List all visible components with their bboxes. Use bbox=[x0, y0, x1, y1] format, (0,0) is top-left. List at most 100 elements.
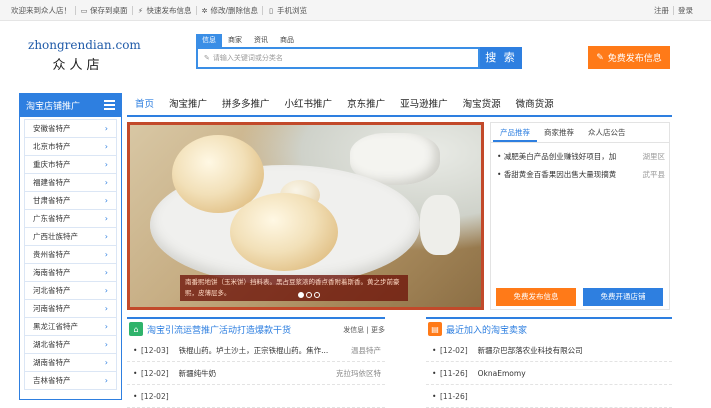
sidebar-title: 淘宝店铺推广 bbox=[26, 101, 81, 112]
sidebar-item-label: 湖北省特产 bbox=[33, 340, 71, 349]
nav-pinduoduo-promo[interactable]: 拼多多推广 bbox=[222, 96, 278, 110]
category-sidebar: 淘宝店铺推广 安徽省特产 › 北京市特产 › 重庆市特产 › 福建省特产 › 甘肃省特产… bbox=[19, 93, 122, 400]
sidebar-item-label: 重庆市特产 bbox=[33, 160, 71, 169]
pencil-icon: ✎ bbox=[204, 54, 210, 62]
gear-icon: ✲ bbox=[201, 6, 208, 15]
register-link[interactable]: 注册 bbox=[654, 5, 669, 16]
chevron-right-icon: › bbox=[104, 286, 108, 295]
mobile-label: 手机浏览 bbox=[277, 6, 308, 15]
save-desktop-label: 保存到桌面 bbox=[90, 6, 128, 15]
tab-products[interactable]: 产品推荐 bbox=[493, 123, 537, 142]
search-input[interactable]: ✎ 请输入关键词或分类名 bbox=[196, 47, 480, 69]
item-title-text: 香甜黄金百香果因出售大量现摘黄 bbox=[503, 170, 617, 179]
sidebar-item[interactable]: 河北省特产 › bbox=[24, 281, 117, 300]
sidebar-item[interactable]: 安徽省特产 › bbox=[24, 119, 117, 138]
publish-info-button[interactable]: ✎ 免费发布信息 bbox=[588, 46, 670, 69]
sidebar-item[interactable]: 甘肃省特产 › bbox=[24, 191, 117, 210]
sidebar-item-label: 贵州省特产 bbox=[33, 250, 71, 259]
site-logo[interactable]: zhongrendian.com 众人店 bbox=[28, 38, 141, 73]
main-nav: 首页 淘宝推广 拼多多推广 小红书推广 京东推广 亚马逊推广 淘宝货源 微商货源 bbox=[135, 96, 569, 110]
item-title: • 香甜黄金百香果因出售大量现摘黄 bbox=[497, 170, 617, 179]
search-tabs: 信息 商家 资讯 商品 bbox=[196, 34, 300, 47]
item-date: [12-02] bbox=[440, 345, 468, 355]
sidebar-item[interactable]: 福建省特产 › bbox=[24, 173, 117, 192]
banner-carousel[interactable]: 南番熙地饼（玉米饼）挡料表。黑占豆浆浓的香点香附着斯香。黄之步前豪熙，皮薄层多。 bbox=[127, 122, 484, 310]
search-tab-news[interactable]: 资讯 bbox=[248, 34, 274, 47]
quick-publish-link[interactable]: ⚡ 快速发布信息 bbox=[133, 5, 196, 16]
mobile-link[interactable]: ▯ 手机浏览 bbox=[263, 5, 311, 16]
nav-wechat-supply[interactable]: 微商货源 bbox=[516, 96, 562, 110]
list-item[interactable]: • [12-02] 新疆尕巴部落农业科技有限公司 bbox=[426, 339, 672, 362]
sidebar-item-label: 安徽省特产 bbox=[33, 124, 71, 133]
list-item[interactable]: • 香甜黄金百香果因出售大量现摘黄 武平县 bbox=[497, 169, 665, 180]
login-link[interactable]: 登录 bbox=[678, 5, 693, 16]
news-panel: ⌂ 淘宝引流运营推广活动打造爆款干货 发信息 | 更多 • [12-03] 铁棍… bbox=[127, 317, 385, 408]
list-item[interactable]: • [12-02] 新疆纯牛奶 克拉玛依区特 bbox=[127, 362, 385, 385]
search-button[interactable]: 搜 索 bbox=[480, 47, 522, 69]
sidebar-item[interactable]: 河南省特产 › bbox=[24, 299, 117, 318]
nav-taobao-promo[interactable]: 淘宝推广 bbox=[169, 96, 215, 110]
open-shop-button[interactable]: 免费开通店铺 bbox=[583, 288, 663, 306]
sidebar-item-label: 吉林省特产 bbox=[33, 376, 71, 385]
top-bar: 欢迎来到众人店！ ▭ 保存到桌面 ⚡ 快速发布信息 ✲ 修改/删除信息 ▯ 手机浏览 注… bbox=[0, 0, 711, 21]
chevron-right-icon: › bbox=[104, 178, 108, 187]
sidebar-item[interactable]: 湖北省特产 › bbox=[24, 335, 117, 354]
list-item[interactable]: • 减肥美白产品创业赚钱好项目，加 湖里区 bbox=[497, 151, 665, 162]
sidebar-item[interactable]: 海南省特产 › bbox=[24, 263, 117, 282]
list-item[interactable]: • [11-26] OknaEmomy bbox=[426, 362, 672, 385]
sidebar-item[interactable]: 黑龙江省特产 › bbox=[24, 317, 117, 336]
item-name: 新疆纯牛奶 bbox=[178, 368, 217, 378]
carousel-dot[interactable] bbox=[314, 292, 320, 298]
bullet: • bbox=[432, 391, 437, 401]
panel-title: 淘宝引流运营推广活动打造爆款干货 bbox=[147, 325, 292, 336]
sidebar-item-label: 广西壮族特产 bbox=[33, 232, 78, 241]
sidebar-item[interactable]: 贵州省特产 › bbox=[24, 245, 117, 264]
search-tab-product[interactable]: 商品 bbox=[274, 34, 300, 47]
chevron-right-icon: › bbox=[104, 250, 108, 259]
edit-delete-label: 修改/删除信息 bbox=[210, 6, 259, 15]
logo-name: 众人店 bbox=[52, 58, 104, 73]
item-name: 新疆尕巴部落农业科技有限公司 bbox=[477, 345, 583, 355]
bullet: • bbox=[133, 345, 138, 355]
sidebar-item[interactable]: 广东省特产 › bbox=[24, 209, 117, 228]
item-date: [12-03] bbox=[141, 345, 169, 355]
nav-amazon-promo[interactable]: 亚马逊推广 bbox=[400, 96, 456, 110]
carousel-dots bbox=[298, 292, 320, 298]
list-item[interactable]: • [11-26] bbox=[426, 385, 672, 408]
sidebar-item-label: 海南省特产 bbox=[33, 268, 71, 277]
item-location: 温县特产 bbox=[351, 345, 381, 355]
banner-caption: 南番熙地饼（玉米饼）挡料表。黑占豆浆浓的香点香附着斯香。黄之步前豪熙，皮薄层多。 bbox=[180, 275, 408, 301]
nav-jd-promo[interactable]: 京东推广 bbox=[347, 96, 393, 110]
edit-delete-link[interactable]: ✲ 修改/删除信息 bbox=[197, 5, 263, 16]
sidebar-item-label: 河北省特产 bbox=[33, 286, 71, 295]
sidebar-item-label: 湖南省特产 bbox=[33, 358, 71, 367]
save-desktop-link[interactable]: ▭ 保存到桌面 bbox=[76, 5, 132, 16]
tab-merchants[interactable]: 商家推荐 bbox=[537, 123, 581, 142]
sidebar-item[interactable]: 吉林省特产 › bbox=[24, 371, 117, 390]
search-tab-merchant[interactable]: 商家 bbox=[222, 34, 248, 47]
nav-xiaohongshu-promo[interactable]: 小红书推广 bbox=[285, 96, 341, 110]
sidebar-item-label: 福建省特产 bbox=[33, 178, 71, 187]
sidebar-item[interactable]: 广西壮族特产 › bbox=[24, 227, 117, 246]
sidebar-item[interactable]: 北京市特产 › bbox=[24, 137, 117, 156]
carousel-dot[interactable] bbox=[298, 292, 304, 298]
search-placeholder: ✎ 请输入关键词或分类名 bbox=[204, 53, 283, 63]
nav-taobao-supply[interactable]: 淘宝货源 bbox=[463, 96, 509, 110]
search-tab-info[interactable]: 信息 bbox=[196, 34, 222, 47]
list-item[interactable]: • [12-03] 铁棍山药。垆土沙土，正宗铁棍山药。焦作... 温县特产 bbox=[127, 339, 385, 362]
publish-free-button[interactable]: 免费发布信息 bbox=[496, 288, 576, 306]
sidebar-header: 淘宝店铺推广 bbox=[20, 93, 121, 117]
panel-header: ▤ 最近加入的淘宝卖家 bbox=[426, 319, 672, 339]
nav-home[interactable]: 首页 bbox=[135, 96, 162, 110]
chevron-right-icon: › bbox=[104, 268, 108, 277]
sidebar-item[interactable]: 湖南省特产 › bbox=[24, 353, 117, 372]
bullet: • bbox=[133, 391, 138, 401]
tab-announcements[interactable]: 众人店公告 bbox=[581, 123, 633, 142]
chevron-right-icon: › bbox=[104, 124, 108, 133]
list-item[interactable]: • [12-02] bbox=[127, 385, 385, 408]
item-name: 铁棍山药。垆土沙土，正宗铁棍山药。焦作... bbox=[178, 345, 329, 355]
more-link[interactable]: 发信息 | 更多 bbox=[343, 325, 385, 335]
carousel-dot[interactable] bbox=[306, 292, 312, 298]
sidebar-item[interactable]: 重庆市特产 › bbox=[24, 155, 117, 174]
menu-icon[interactable] bbox=[104, 100, 115, 110]
